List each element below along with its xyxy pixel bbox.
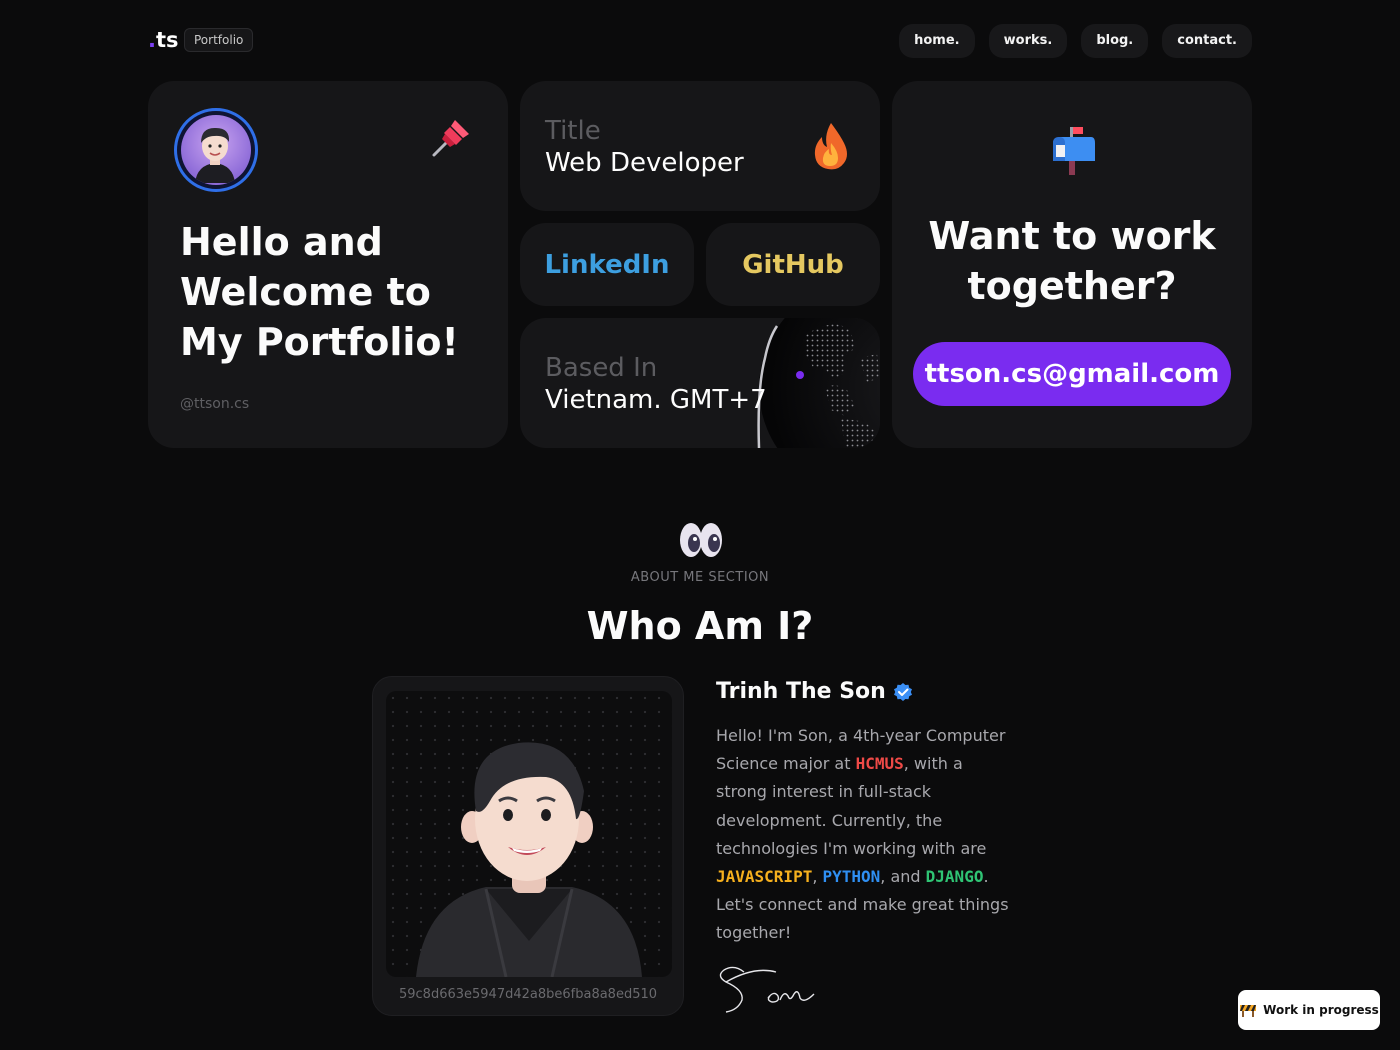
javascript-highlight: JAVASCRIPT: [716, 867, 813, 887]
nav-works[interactable]: works.: [988, 24, 1068, 58]
pushpin-icon: [432, 120, 469, 157]
bio-part: , and: [880, 867, 926, 887]
title-label: Title: [545, 116, 601, 146]
profile-name: Trinh The Son: [716, 679, 913, 704]
avatar: [174, 108, 258, 192]
github-card[interactable]: GitHub: [706, 223, 880, 306]
title-value: Web Developer: [545, 148, 744, 178]
hcmus-highlight: HCMUS: [855, 754, 904, 774]
linkedin-link[interactable]: LinkedIn: [520, 223, 694, 306]
globe-icon: [757, 318, 880, 448]
linkedin-card[interactable]: LinkedIn: [520, 223, 694, 306]
logo-text: ts: [155, 28, 179, 52]
site-header: .ts Portfolio home. works. blog. contact…: [148, 24, 1252, 60]
about-section-label: ABOUT ME SECTION: [630, 570, 770, 585]
social-handle: @ttson.cs: [180, 396, 250, 412]
profile-photo: [386, 691, 672, 977]
profile-photo-card: 59c8d663e5947d42a8be6fba8a8ed510: [372, 676, 684, 1016]
work-in-progress-label: Work in progress: [1263, 1003, 1379, 1017]
bio-part: ,: [812, 867, 823, 887]
profile-name-text: Trinh The Son: [716, 679, 886, 704]
portfolio-badge: Portfolio: [184, 28, 254, 52]
main-nav: home. works. blog. contact.: [899, 24, 1252, 58]
work-in-progress-badge: Work in progress: [1238, 990, 1380, 1030]
photo-hash: 59c8d663e5947d42a8be6fba8a8ed510: [398, 987, 658, 1002]
site-logo[interactable]: .ts: [148, 28, 179, 52]
email-button[interactable]: ttson.cs@gmail.com: [913, 342, 1231, 406]
fire-icon: [814, 123, 847, 170]
github-link[interactable]: GitHub: [706, 223, 880, 306]
avatar-image: [181, 115, 251, 185]
hero-card: Hello and Welcome to My Portfolio! @ttso…: [148, 81, 508, 448]
about-title: Who Am I?: [586, 604, 814, 648]
hero-title: Hello and Welcome to My Portfolio!: [180, 220, 459, 364]
title-card: Title Web Developer: [520, 81, 880, 211]
contact-title: Want to work together?: [928, 214, 1216, 308]
construction-icon: [1240, 1005, 1257, 1017]
location-value: Vietnam. GMT+7: [545, 385, 767, 415]
signature: [719, 966, 815, 1013]
nav-blog[interactable]: blog.: [1081, 24, 1149, 58]
contact-card: Want to work together? ttson.cs@gmail.co…: [892, 81, 1252, 448]
location-card: Based In Vietnam. GMT+7: [520, 318, 880, 448]
django-highlight: DJANGO: [925, 867, 984, 887]
python-highlight: PYTHON: [822, 867, 881, 887]
nav-home[interactable]: home.: [899, 24, 975, 58]
bio-text: Hello! I'm Son, a 4th-year Computer Scie…: [716, 722, 1016, 948]
location-label: Based In: [545, 353, 658, 383]
nav-contact[interactable]: contact.: [1162, 24, 1252, 58]
verified-badge-icon: [893, 682, 912, 701]
mailbox-icon: [1053, 127, 1095, 175]
eyes-icon: [680, 523, 722, 557]
